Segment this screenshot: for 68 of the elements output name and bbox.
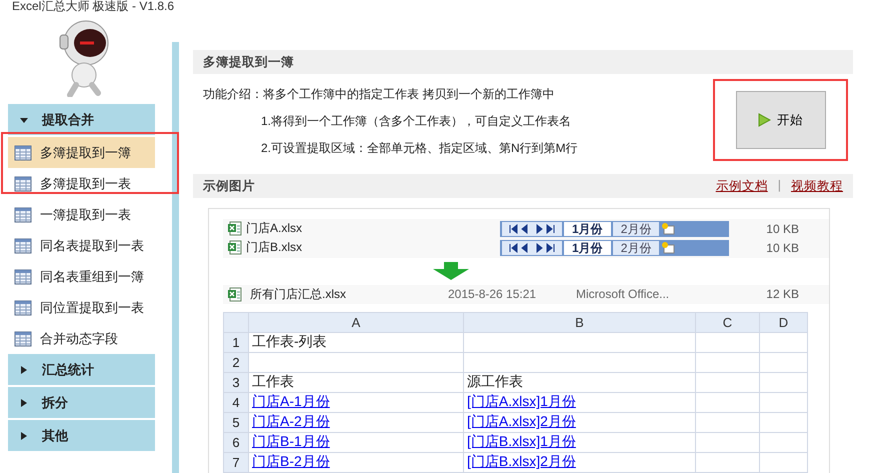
corner-cell — [224, 312, 248, 332]
file-name: 所有门店汇总.xlsx — [250, 286, 347, 303]
sidebar-item[interactable]: 合并动态字段 — [8, 323, 155, 354]
sidebar-item[interactable]: 同名表提取到一表 — [8, 230, 155, 261]
file-type: Microsoft Office... — [576, 287, 670, 302]
sheet-nav-arrows-icon — [502, 240, 562, 255]
play-icon — [758, 113, 771, 127]
link-separator: | — [778, 178, 781, 194]
file-name: 门店A.xlsx — [246, 220, 304, 238]
sidebar-group-header[interactable]: 汇总统计 — [8, 354, 155, 385]
column-header: A — [248, 312, 464, 332]
row-header: 4 — [224, 392, 248, 412]
row-header: 1 — [224, 332, 248, 352]
sidebar-item[interactable]: 多簿提取到一簿 — [8, 137, 155, 168]
sidebar-item-label: 同名表重组到一簿 — [40, 268, 144, 286]
sheet-nav-arrows-icon — [502, 222, 562, 236]
row-header: 6 — [224, 432, 248, 452]
file-size: 12 KB — [766, 287, 800, 302]
video-tutorial-link[interactable]: 视频教程 — [791, 178, 843, 194]
sidebar-group-header[interactable]: 提取合并 — [8, 104, 155, 135]
feature-point: 2.可设置提取区域：全部单元格、指定区域、第N行到第M行 — [260, 140, 579, 157]
sidebar-item[interactable]: 同位置提取到一表 — [8, 292, 155, 323]
sidebar-item[interactable]: 一簿提取到一表 — [8, 199, 155, 230]
caret-down-icon — [20, 116, 28, 124]
caret-right-icon — [20, 432, 28, 440]
new-sheet-icon — [661, 242, 676, 254]
file-name: 门店B.xlsx — [246, 239, 304, 256]
sample-doc-link[interactable]: 示例文档 — [716, 178, 768, 194]
column-header: C — [696, 312, 760, 332]
sidebar-item-label: 同名表提取到一表 — [40, 236, 144, 254]
sidebar-group-header[interactable]: 拆分 — [8, 387, 155, 418]
row-header: 7 — [224, 452, 248, 472]
panel-title: 多簿提取到一簿 — [203, 54, 294, 70]
sidebar-item[interactable]: 同名表重组到一簿 — [8, 261, 155, 292]
sidebar-item[interactable]: 多簿提取到一表 — [8, 168, 155, 199]
new-sheet-icon — [661, 222, 676, 235]
row-header: 2 — [224, 352, 248, 372]
row-header: 5 — [224, 412, 248, 432]
sidebar-item-label: 多簿提取到一表 — [40, 174, 131, 192]
table-cell: 工作表 — [252, 373, 294, 390]
window-title: Excel汇总大师 极速版 - V1.8.6 — [11, 0, 176, 12]
caret-right-icon — [20, 398, 28, 406]
table-cell: 工作表-列表 — [252, 333, 327, 350]
section-title: 示例图片 — [203, 178, 255, 194]
spreadsheet-icon — [14, 268, 32, 286]
table-cell: 源工作表 — [467, 373, 523, 390]
column-header: B — [464, 312, 696, 332]
row-header: 3 — [224, 372, 248, 392]
column-header: D — [760, 312, 808, 332]
intro-text: 功能介绍：将多个工作簿中的指定工作表 拷贝到一个新的工作簿中 — [203, 86, 556, 103]
sidebar-item-label: 同位置提取到一表 — [40, 298, 144, 316]
feature-point: 1.将得到一个工作簿（含多个工作表），可自定义工作表名 — [260, 113, 572, 130]
spreadsheet-icon — [14, 236, 32, 254]
spreadsheet-icon — [14, 298, 32, 316]
spreadsheet-icon — [14, 206, 32, 224]
spreadsheet-icon — [14, 174, 32, 192]
sidebar-item-label: 多簿提取到一簿 — [40, 144, 131, 162]
file-size: 10 KB — [766, 222, 800, 236]
sidebar-item-label: 一簿提取到一表 — [40, 206, 131, 224]
sidebar-item-label: 合并动态字段 — [40, 330, 118, 348]
caret-right-icon — [20, 366, 28, 374]
spreadsheet-icon — [14, 330, 32, 348]
file-date: 2015-8-26 15:21 — [448, 287, 538, 302]
sidebar-group-header[interactable]: 其他 — [8, 420, 155, 451]
start-button[interactable]: 开始 — [736, 91, 826, 149]
down-arrow-icon — [433, 262, 469, 280]
spreadsheet-icon — [14, 144, 32, 162]
file-size: 10 KB — [766, 240, 800, 255]
